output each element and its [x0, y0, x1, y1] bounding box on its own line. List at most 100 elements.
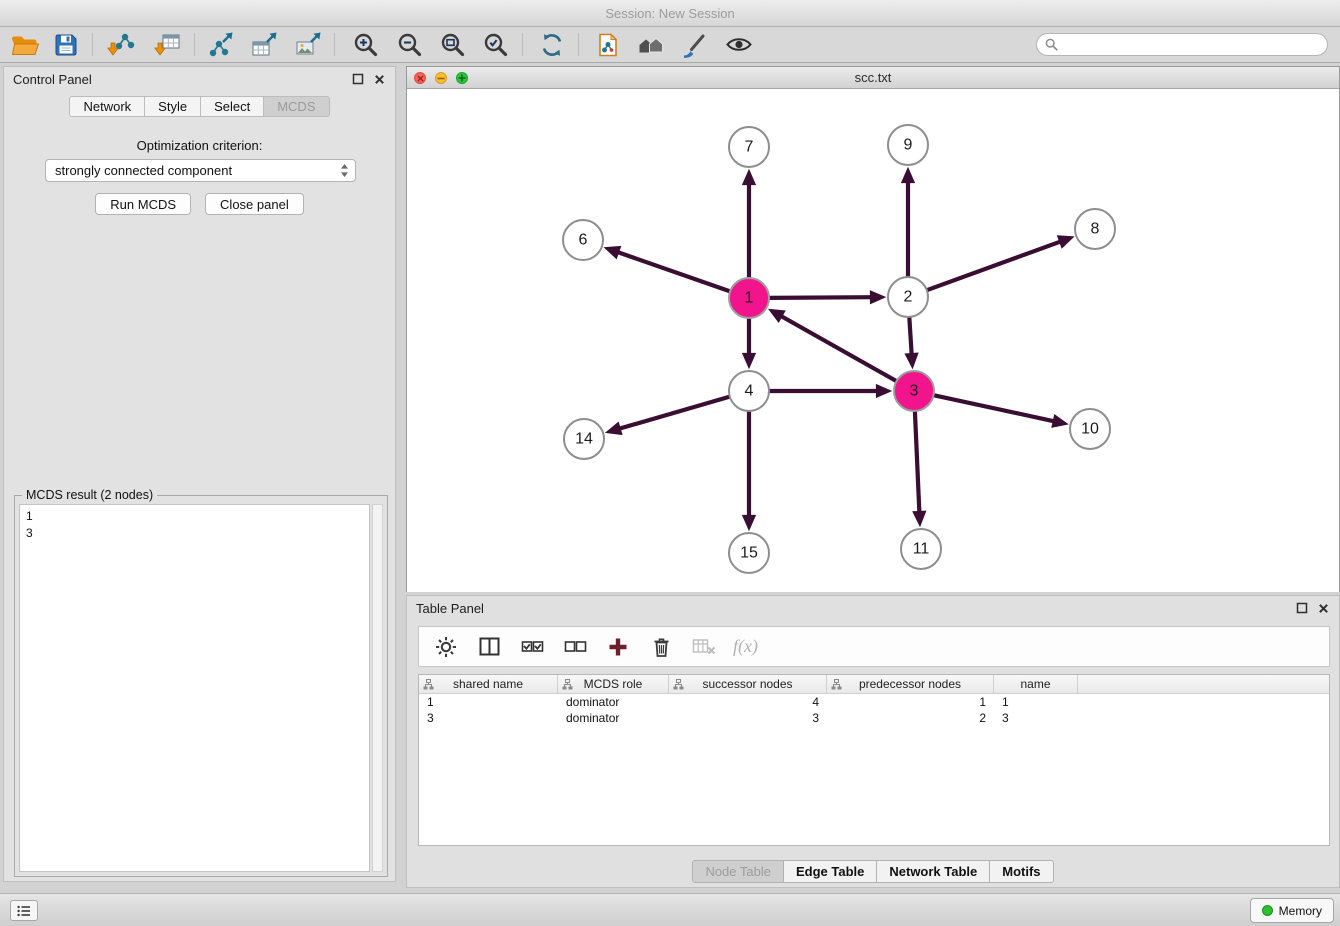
delete-table-button[interactable]: [690, 633, 718, 661]
float-table-panel-icon[interactable]: [1295, 602, 1308, 615]
save-session-button[interactable]: [47, 29, 85, 60]
tab-edge-table[interactable]: Edge Table: [783, 860, 876, 883]
graph-node-3[interactable]: 3: [894, 371, 934, 411]
export-image-icon: [293, 31, 323, 59]
tab-style[interactable]: Style: [144, 96, 200, 117]
network-graph[interactable]: 7 9 6 8 1 2 4 3 14 10 15 11: [407, 89, 1339, 592]
column-header-shared-name[interactable]: shared name: [419, 675, 558, 693]
table-row[interactable]: 3 dominator 3 2 3: [419, 710, 1329, 726]
close-table-panel-icon[interactable]: [1317, 602, 1330, 615]
export-network-button[interactable]: [202, 29, 240, 60]
graph-node-6[interactable]: 6: [563, 220, 603, 260]
graph-edge-2-3[interactable]: [909, 317, 911, 355]
cell-shared-name[interactable]: 1: [419, 695, 558, 709]
graph-node-15[interactable]: 15: [729, 533, 769, 573]
import-network-button[interactable]: [101, 29, 139, 60]
column-header-name[interactable]: name: [994, 675, 1078, 693]
function-builder-button[interactable]: f(x): [733, 636, 758, 657]
show-hide-details-button[interactable]: [720, 29, 758, 60]
delete-columns-button[interactable]: [647, 633, 675, 661]
graph-node-4[interactable]: 4: [729, 371, 769, 411]
refresh-layout-button[interactable]: [533, 29, 571, 60]
table-toolbar: f(x): [418, 626, 1330, 667]
graph-node-9[interactable]: 9: [888, 125, 928, 165]
deselect-all-rows-button[interactable]: [561, 633, 589, 661]
search-input[interactable]: [1063, 38, 1319, 52]
cell-successor-nodes[interactable]: 3: [669, 711, 827, 725]
graph-node-8[interactable]: 8: [1075, 209, 1115, 249]
tab-mcds[interactable]: MCDS: [263, 96, 329, 117]
result-scrollbar[interactable]: [372, 504, 383, 872]
plus-icon: [605, 634, 631, 660]
graph-edge-3-11[interactable]: [915, 411, 920, 513]
tab-node-table[interactable]: Node Table: [692, 860, 783, 883]
attribute-icon: [673, 679, 684, 690]
tab-select[interactable]: Select: [200, 96, 263, 117]
table-settings-button[interactable]: [432, 633, 460, 661]
show-columns-button[interactable]: [475, 633, 503, 661]
control-panel-title: Control Panel: [13, 72, 92, 87]
column-header-mcds-role[interactable]: MCDS role: [558, 675, 669, 693]
graph-edge-2-8[interactable]: [927, 241, 1061, 290]
mcds-result-title: MCDS result (2 nodes): [22, 488, 157, 502]
zoom-fit-button[interactable]: [433, 29, 471, 60]
close-panel-icon[interactable]: [373, 73, 386, 86]
criterion-dropdown[interactable]: strongly connected component: [45, 159, 356, 182]
cell-mcds-role[interactable]: dominator: [558, 711, 669, 725]
first-neighbors-button[interactable]: [632, 29, 670, 60]
memory-button[interactable]: Memory: [1250, 898, 1334, 923]
column-header-predecessor-nodes[interactable]: predecessor nodes: [827, 675, 994, 693]
task-history-button[interactable]: [10, 900, 38, 921]
column-header-successor-nodes[interactable]: successor nodes: [669, 675, 827, 693]
cell-name[interactable]: 3: [994, 711, 1078, 725]
graph-edge-1-6[interactable]: [617, 252, 730, 292]
open-session-button[interactable]: [6, 29, 44, 60]
tab-network-table[interactable]: Network Table: [876, 860, 989, 883]
export-table-button[interactable]: [245, 29, 283, 60]
close-panel-button[interactable]: Close panel: [205, 193, 304, 215]
import-table-button[interactable]: [148, 29, 186, 60]
window-titlebar[interactable]: Session: New Session: [0, 0, 1340, 27]
run-mcds-button[interactable]: Run MCDS: [95, 193, 191, 215]
graph-node-10[interactable]: 10: [1070, 409, 1110, 449]
toolbar-separator: [334, 33, 335, 56]
checked-boxes-icon: [520, 634, 545, 659]
new-network-from-selection-button[interactable]: [589, 29, 627, 60]
graph-edge-1-2[interactable]: [769, 297, 872, 298]
table-row[interactable]: 1 dominator 4 1 1: [419, 694, 1329, 710]
graph-node-7[interactable]: 7: [729, 127, 769, 167]
minimize-window-button[interactable]: [435, 72, 447, 84]
cell-predecessor-nodes[interactable]: 1: [827, 695, 994, 709]
cell-shared-name[interactable]: 3: [419, 711, 558, 725]
zoom-out-button[interactable]: [390, 29, 428, 60]
close-window-button[interactable]: [414, 72, 426, 84]
network-window-titlebar[interactable]: scc.txt: [407, 67, 1339, 89]
tab-motifs[interactable]: Motifs: [989, 860, 1053, 883]
mcds-result-group: MCDS result (2 nodes) 1 3: [14, 495, 388, 877]
export-image-button[interactable]: [289, 29, 327, 60]
zoom-in-button[interactable]: [346, 29, 384, 60]
graph-edge-3-10[interactable]: [934, 395, 1055, 421]
mcds-result-text[interactable]: 1 3: [19, 504, 370, 872]
graph-node-11[interactable]: 11: [901, 529, 941, 569]
cell-successor-nodes[interactable]: 4: [669, 695, 827, 709]
cell-name[interactable]: 1: [994, 695, 1078, 709]
graph-edge-3-1[interactable]: [780, 316, 896, 382]
search-box[interactable]: [1036, 33, 1328, 56]
apply-style-button[interactable]: [675, 29, 713, 60]
zoom-selected-button[interactable]: [476, 29, 514, 60]
network-canvas[interactable]: 7 9 6 8 1 2 4 3 14 10 15 11: [407, 89, 1339, 592]
table-panel-header: Table Panel: [407, 596, 1339, 620]
zoom-window-button[interactable]: [456, 72, 468, 84]
select-all-rows-button[interactable]: [518, 633, 546, 661]
cell-predecessor-nodes[interactable]: 2: [827, 711, 994, 725]
add-column-button[interactable]: [604, 633, 632, 661]
graph-node-14[interactable]: 14: [564, 419, 604, 459]
graph-node-2[interactable]: 2: [888, 277, 928, 317]
float-panel-icon[interactable]: [351, 73, 364, 86]
toolbar-separator: [578, 33, 579, 56]
cell-mcds-role[interactable]: dominator: [558, 695, 669, 709]
graph-edge-4-14[interactable]: [619, 397, 730, 429]
tab-network[interactable]: Network: [69, 96, 144, 117]
graph-node-1[interactable]: 1: [729, 278, 769, 318]
